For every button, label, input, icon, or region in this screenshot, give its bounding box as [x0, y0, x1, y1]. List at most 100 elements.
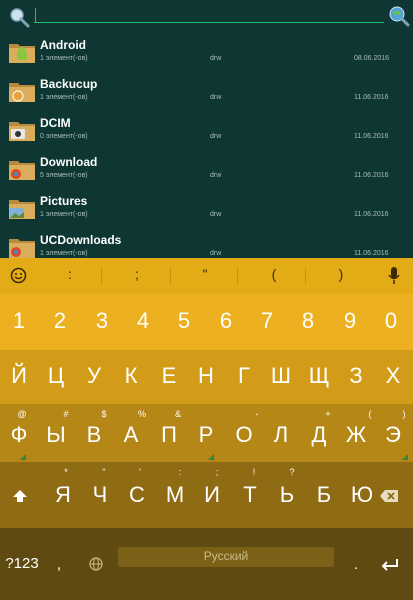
search-input[interactable] [34, 22, 384, 23]
key-hint: ' [139, 467, 141, 477]
letter-key[interactable]: Ч [83, 482, 117, 508]
letter-key[interactable]: П [152, 422, 186, 448]
key-hint: - [255, 409, 259, 419]
key-hint: # [63, 409, 69, 419]
permissions: drw [210, 55, 222, 62]
key-5[interactable]: 5 [167, 308, 201, 334]
letter-key[interactable]: Г [227, 363, 261, 389]
key-1[interactable]: 1 [2, 308, 36, 334]
letter-key[interactable]: Н [189, 363, 223, 389]
period-key[interactable]: . [341, 556, 371, 573]
text-cursor [35, 8, 36, 22]
list-item[interactable]: Pictures 1 элемент(-ов) drw 11.06.2016 [0, 192, 413, 230]
letter-key[interactable]: С [120, 482, 154, 508]
letter-key[interactable]: О [227, 422, 261, 448]
modified-date: 11.06.2016 [354, 94, 389, 101]
emoji-icon[interactable] [10, 267, 27, 284]
modified-date: 11.06.2016 [354, 133, 389, 140]
letter-key[interactable]: Х [376, 363, 410, 389]
key-0[interactable]: 0 [374, 308, 408, 334]
letter-key[interactable]: У [77, 363, 111, 389]
key-hint: % [137, 409, 146, 419]
modified-date: 08.06.2016 [354, 55, 390, 62]
enter-icon[interactable] [380, 558, 400, 572]
permissions: drw [210, 211, 222, 218]
letter-key[interactable]: Щ [302, 363, 336, 389]
letter-key[interactable]: Т [233, 482, 267, 508]
letter-key[interactable]: Ф [2, 422, 36, 448]
letter-key[interactable]: Ц [39, 363, 73, 389]
suggestion[interactable]: : [60, 266, 80, 282]
permissions: drw [210, 94, 222, 101]
key-2[interactable]: 2 [43, 308, 77, 334]
key-4[interactable]: 4 [126, 308, 160, 334]
letter-key[interactable]: Ш [264, 363, 298, 389]
item-count: 1 элемент(-ов) [40, 94, 88, 101]
letter-key[interactable]: К [114, 363, 148, 389]
symbols-key[interactable]: ?123 [0, 555, 44, 572]
shift-icon[interactable] [12, 488, 28, 504]
letter-key[interactable]: В [77, 422, 111, 448]
list-item[interactable]: Android 1 элемент(-ов) drw 08.06.2016 [0, 36, 413, 74]
letter-key[interactable]: Ж [339, 422, 373, 448]
letter-key[interactable]: Я [46, 482, 80, 508]
permissions: drw [210, 172, 222, 179]
key-hint: $ [101, 409, 107, 419]
modified-date: 11.06.2016 [354, 250, 389, 257]
letter-key[interactable]: Ы [39, 422, 73, 448]
key-7[interactable]: 7 [250, 308, 284, 334]
permissions: drw [210, 133, 222, 140]
key-3[interactable]: 3 [85, 308, 119, 334]
letter-key[interactable]: Ю [345, 482, 379, 508]
letter-row-3: * " ' : ; ! ? Я Ч С М И Т Ь Б Ю [0, 462, 413, 528]
globe-icon[interactable] [89, 557, 103, 571]
download-folder-icon [9, 239, 35, 258]
backspace-icon[interactable] [379, 489, 399, 503]
search-icon[interactable] [8, 6, 30, 28]
divider [305, 268, 306, 284]
letter-key[interactable]: Р [189, 422, 223, 448]
letter-key[interactable]: Б [307, 482, 341, 508]
letter-key[interactable]: А [114, 422, 148, 448]
list-item[interactable]: DCIM 0 элемент(-ов) drw 11.06.2016 [0, 114, 413, 152]
key-hint: ) [402, 409, 406, 419]
letter-key[interactable]: М [158, 482, 192, 508]
download-folder-icon [9, 161, 35, 180]
key-9[interactable]: 9 [333, 308, 367, 334]
letter-key[interactable]: И [195, 482, 229, 508]
key-hint: ( [368, 409, 372, 419]
list-item[interactable]: Backucup 1 элемент(-ов) drw 11.06.2016 [0, 75, 413, 113]
file-manager: Android 1 элемент(-ов) drw 08.06.2016 Ba… [0, 0, 413, 258]
letter-key[interactable]: З [339, 363, 373, 389]
key-hint: ? [289, 467, 295, 477]
letter-key[interactable]: Ь [270, 482, 304, 508]
letter-key[interactable]: Л [264, 422, 298, 448]
divider [170, 268, 171, 284]
search-bar[interactable] [0, 0, 413, 32]
permissions: drw [210, 250, 222, 257]
letter-key[interactable]: Д [302, 422, 336, 448]
space-bar-label: Русский [203, 549, 249, 563]
key-8[interactable]: 8 [291, 308, 325, 334]
key-hint: * [64, 467, 68, 477]
soft-keyboard: : ; " ( ) 1 2 3 4 5 6 7 8 9 0 Й Ц У К Е … [0, 258, 413, 600]
suggestion[interactable]: " [195, 266, 215, 282]
key-6[interactable]: 6 [209, 308, 243, 334]
divider [237, 268, 238, 284]
file-name: Pictures [40, 194, 88, 208]
suggestion[interactable]: ) [331, 266, 351, 282]
item-count: 1 элемент(-ов) [40, 250, 88, 257]
microphone-icon[interactable] [387, 266, 401, 285]
list-item[interactable]: Download 5 элемент(-ов) drw 11.06.2016 [0, 153, 413, 191]
item-count: 5 элемент(-ов) [40, 172, 88, 179]
letter-row-2: @ # $ % & - + ( ) Ф Ы В А П Р О Л Д Ж Э [0, 404, 413, 462]
suggestion[interactable]: ( [264, 266, 284, 282]
comma-key[interactable]: , [44, 556, 74, 573]
letter-key[interactable]: Й [2, 363, 36, 389]
letter-key[interactable]: Е [152, 363, 186, 389]
folder-icon [9, 83, 35, 102]
letter-key[interactable]: Э [376, 422, 410, 448]
suggestion[interactable]: ; [127, 266, 147, 282]
web-search-icon[interactable] [388, 5, 410, 27]
key-hint: & [174, 409, 181, 419]
